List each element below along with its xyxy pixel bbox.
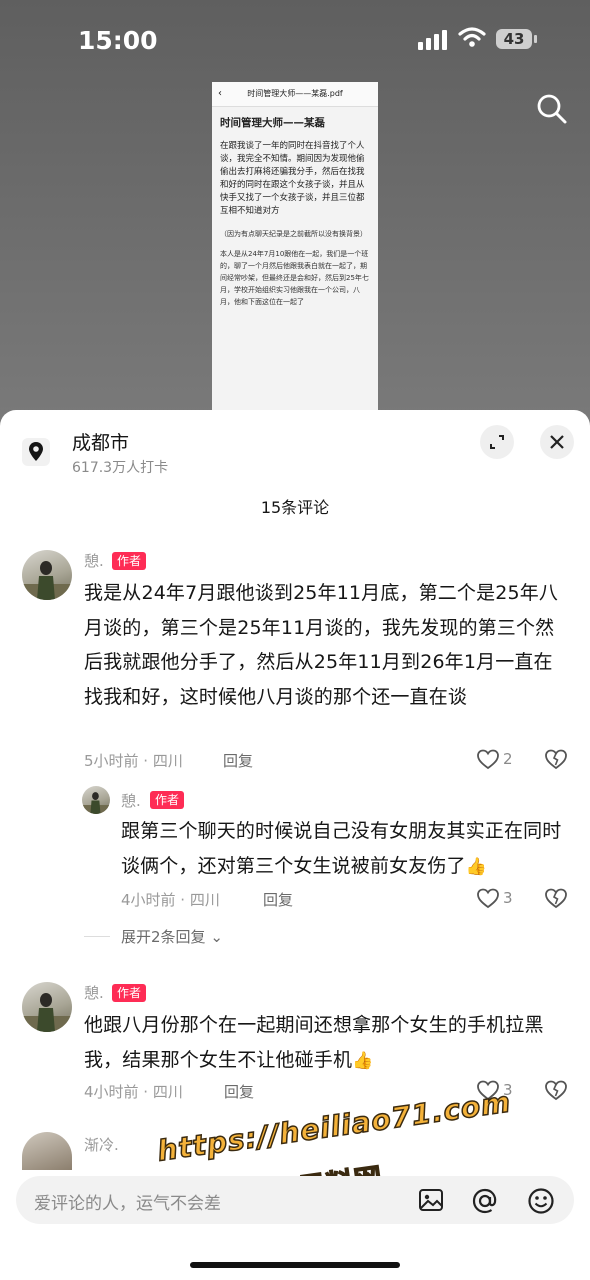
document-note: （因为有点聊天纪录是之前截所以没有换背景） — [220, 230, 367, 238]
reply-meta: 4小时前 · 四川 — [121, 891, 220, 909]
comment-username[interactable]: 渐冷. — [84, 1134, 119, 1155]
search-icon[interactable] — [536, 93, 568, 125]
avatar-image — [82, 792, 110, 814]
checkin-count: 617.3万人打卡 — [72, 460, 169, 476]
dislike-icon[interactable] — [544, 1079, 568, 1101]
comment-text: 我是从24年7月跟他谈到25年11月底，第二个是25年八月谈的，第三个是25年1… — [84, 582, 558, 708]
reply-text: 跟第三个聊天的时候说自己没有女朋友其实正在同时谈俩个，还对第三个女生说被前女友伤… — [121, 814, 567, 884]
document-paragraph: 本人是从24年7月10跟他在一起，我们是一个班的，聊了一个月然后他跟我表白就在一… — [220, 250, 369, 306]
battery-icon: 43 — [496, 29, 537, 49]
author-badge: 作者 — [112, 552, 147, 570]
document-filename: 时间管理大师——某磊.pdf — [247, 89, 343, 98]
comment-username[interactable]: 憩. — [84, 550, 104, 571]
avatar[interactable] — [82, 786, 110, 814]
author-badge: 作者 — [150, 791, 185, 809]
avatar-image — [22, 993, 72, 1032]
like-count: 3 — [503, 889, 513, 907]
chevron-down-icon: ⌄ — [210, 928, 223, 946]
reply-username[interactable]: 憩. — [121, 790, 141, 811]
expand-replies-button[interactable]: 展开2条回复 ⌄ — [121, 926, 223, 947]
thumbs-up-emoji: 👍 — [352, 1050, 374, 1071]
comment-meta: 5小时前 · 四川 — [84, 752, 183, 770]
expand-icon — [490, 435, 504, 449]
expand-button[interactable] — [480, 425, 514, 459]
location-city[interactable]: 成都市 — [72, 428, 129, 455]
document-preview[interactable]: ‹ 时间管理大师——某磊.pdf 时间管理大师——某磊 在跟我谈了一年的同时在抖… — [212, 82, 378, 422]
wifi-icon — [458, 27, 486, 47]
cellular-signal-icon — [418, 30, 448, 50]
comment-input-placeholder: 爱评论的人，运气不会差 — [34, 1194, 221, 1214]
like-icon[interactable] — [476, 887, 500, 909]
reply-button[interactable]: 回复 — [224, 1081, 254, 1102]
emoji-icon[interactable] — [526, 1186, 556, 1216]
avatar[interactable] — [22, 550, 72, 600]
dislike-icon[interactable] — [544, 887, 568, 909]
document-title: 时间管理大师——某磊 — [220, 117, 325, 129]
divider — [84, 936, 110, 937]
avatar[interactable] — [22, 982, 72, 1032]
like-icon[interactable] — [476, 748, 500, 770]
status-bar: 15:00 43 — [0, 0, 590, 80]
reply-button[interactable]: 回复 — [223, 750, 253, 771]
comment-text-content: 他跟八月份那个在一起期间还想拿那个女生的手机拉黑我，结果那个女生不让他碰手机 — [84, 1014, 544, 1071]
home-indicator — [190, 1262, 400, 1268]
reply-button[interactable]: 回复 — [263, 889, 293, 910]
document-paragraph: 在跟我谈了一年的同时在抖音找了个人谈，我完全不知情。期间因为发现他偷偷出去打麻将… — [220, 141, 365, 216]
thumbs-up-emoji: 👍 — [465, 856, 488, 877]
dislike-icon[interactable] — [544, 748, 568, 770]
comments-title: 15条评论 — [260, 498, 330, 517]
close-button[interactable] — [540, 425, 574, 459]
like-count: 2 — [503, 750, 513, 768]
expand-replies-label: 展开2条回复 — [121, 928, 206, 946]
comment-meta: 4小时前 · 四川 — [84, 1083, 183, 1101]
back-icon: ‹ — [218, 88, 222, 99]
status-time: 15:00 — [78, 26, 158, 55]
comment-text: 他跟八月份那个在一起期间还想拿那个女生的手机拉黑我，结果那个女生不让他碰手机👍 — [84, 1008, 568, 1078]
close-icon — [550, 435, 564, 449]
mention-icon[interactable] — [470, 1186, 500, 1216]
reply-text-content: 跟第三个聊天的时候说自己没有女朋友其实正在同时谈俩个，还对第三个女生说被前女友伤… — [121, 820, 562, 877]
avatar-image — [22, 561, 72, 600]
image-icon[interactable] — [417, 1186, 445, 1214]
document-header: ‹ 时间管理大师——某磊.pdf — [212, 82, 378, 107]
location-pin-icon — [22, 438, 50, 466]
comment-username[interactable]: 憩. — [84, 982, 104, 1003]
author-badge: 作者 — [112, 984, 147, 1002]
